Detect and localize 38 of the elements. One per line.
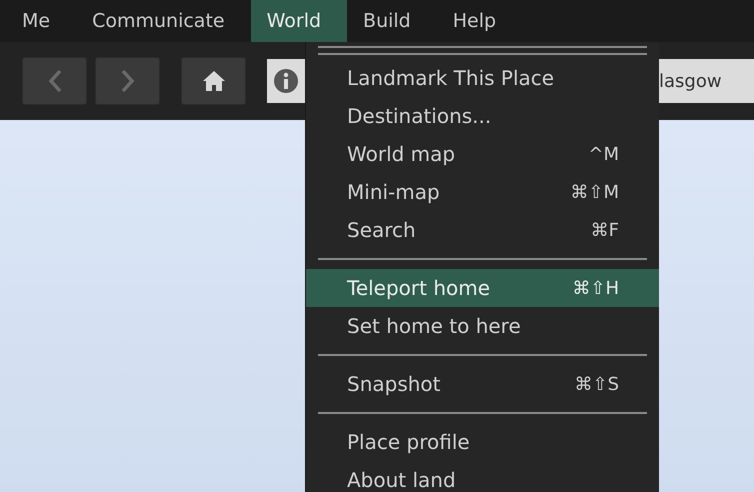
- shortcut-text: ⌘⇧H: [572, 278, 619, 298]
- menu-item[interactable]: Destinations...: [306, 97, 659, 135]
- menu-item[interactable]: World map ^M: [306, 135, 659, 173]
- menu-item-label: Teleport home: [347, 276, 490, 300]
- shortcut-text: ⌘F: [590, 220, 619, 240]
- menu-item[interactable]: Set home to here: [306, 307, 659, 345]
- menu-item[interactable]: Place profile: [306, 423, 659, 461]
- shortcut-text: ^M: [588, 144, 619, 164]
- menu-bar-item[interactable]: World: [250, 0, 348, 42]
- menu-bar-item[interactable]: Communicate: [76, 0, 251, 42]
- forward-button[interactable]: [95, 57, 160, 105]
- menu-item[interactable]: Teleport home ⌘⇧H: [306, 269, 659, 307]
- menu-item[interactable]: Search ⌘F: [306, 211, 659, 249]
- menu-item-label: Set home to here: [347, 314, 521, 338]
- menu-item-label: Mini-map: [347, 180, 440, 204]
- home-button[interactable]: [181, 57, 246, 105]
- menu-item-label: About land: [347, 468, 456, 492]
- menu-item[interactable]: About land: [306, 461, 659, 492]
- menu-bar-item[interactable]: Help: [436, 0, 522, 42]
- shortcut-text: ⌘⇧S: [574, 374, 619, 394]
- chevron-left-icon: [48, 69, 62, 93]
- menu-item-label: Landmark This Place: [347, 66, 554, 90]
- shortcut-text: ⌘⇧M: [570, 182, 619, 202]
- info-icon: [273, 68, 299, 94]
- menu-item[interactable]: Landmark This Place: [306, 59, 659, 97]
- menu-item-label: World map: [347, 142, 456, 166]
- location-text: lasgow: [659, 70, 722, 92]
- menu-bar-item[interactable]: Me: [6, 0, 76, 42]
- menu-item-label: Snapshot: [347, 372, 440, 396]
- chevron-right-icon: [120, 69, 134, 93]
- menu-item[interactable]: Snapshot ⌘⇧S: [306, 365, 659, 403]
- menu-bar-item[interactable]: Build: [347, 0, 437, 42]
- menu-item[interactable]: Mini-map ⌘⇧M: [306, 173, 659, 211]
- back-button[interactable]: [22, 57, 87, 105]
- menu-item-label: Place profile: [347, 430, 470, 454]
- house-icon: [202, 70, 226, 92]
- menu-item-label: Destinations...: [347, 104, 492, 128]
- menu-item-label: Search: [347, 218, 416, 242]
